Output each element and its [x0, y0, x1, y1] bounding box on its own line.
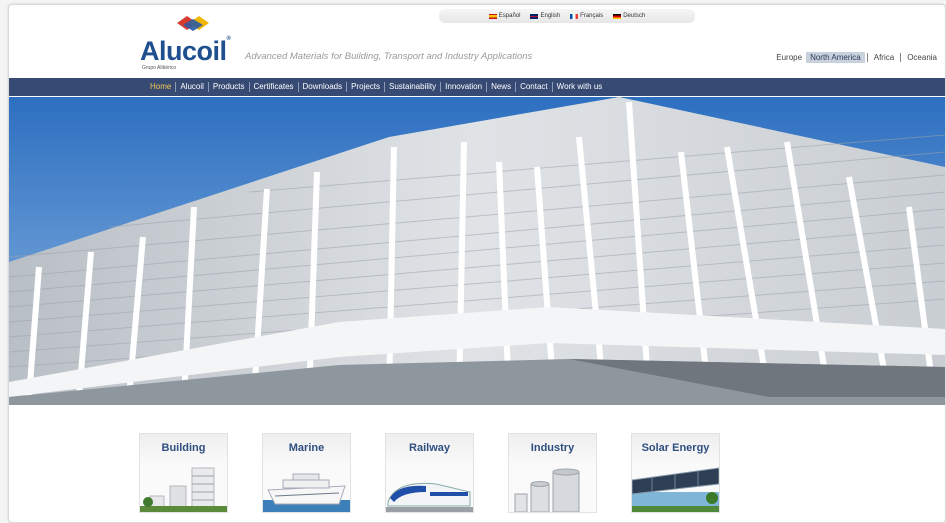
category-railway[interactable]: Railway [385, 433, 474, 513]
language-en[interactable]: English [530, 13, 560, 19]
tagline: Advanced Materials for Building, Transpo… [245, 51, 533, 62]
nav-contact[interactable]: Contact [515, 82, 552, 92]
nav-products[interactable]: Products [207, 82, 249, 92]
silo-icon [514, 468, 580, 512]
category-tiles: Building Marine Railway Industry Solar E… [139, 433, 720, 513]
nav-certificates[interactable]: Certificates [248, 82, 298, 92]
language-de[interactable]: Deutsch [613, 13, 645, 19]
language-es[interactable]: Español [488, 13, 521, 19]
category-industry[interactable]: Industry [508, 433, 597, 513]
language-label: Deutsch [623, 13, 646, 19]
nav-projects[interactable]: Projects [346, 82, 384, 92]
ship-icon [263, 473, 350, 512]
region-africa[interactable]: Africa [870, 52, 898, 63]
uk-flag-icon [530, 13, 539, 19]
nav-news[interactable]: News [486, 82, 515, 92]
category-title: Railway [409, 442, 450, 454]
solar-panel-icon [632, 467, 719, 512]
registered-mark: ® [226, 36, 231, 42]
category-title: Building [161, 442, 206, 454]
category-solar-energy[interactable]: Solar Energy [631, 433, 720, 513]
nav-work-with-us[interactable]: Work with us [551, 82, 607, 92]
region-europe[interactable]: Europe [772, 52, 806, 63]
building-icon [140, 467, 227, 512]
group-label: Grupo Alibérico [142, 65, 177, 71]
language-label: English [540, 13, 561, 19]
language-label: Français [580, 13, 604, 19]
language-bar: Español English Français Deutsch [439, 9, 695, 23]
nav-innovation[interactable]: Innovation [440, 82, 486, 92]
nav-home[interactable]: Home [146, 82, 175, 92]
nav-downloads[interactable]: Downloads [297, 82, 347, 92]
france-flag-icon [570, 13, 579, 19]
language-fr[interactable]: Français [570, 13, 603, 19]
hero-banner [9, 97, 945, 405]
nav-sustainability[interactable]: Sustainability [384, 82, 440, 92]
spain-flag-icon [488, 13, 497, 19]
category-title: Solar Energy [641, 442, 710, 454]
region-divider [866, 53, 868, 62]
region-divider [900, 53, 902, 62]
language-label: Español [498, 13, 521, 19]
main-nav: Home Alucoil Products Certificates Downl… [9, 78, 945, 96]
stadium-photo [9, 97, 945, 405]
germany-flag-icon [613, 13, 622, 19]
category-title: Industry [530, 442, 575, 454]
region-north-america[interactable]: North America [806, 52, 865, 63]
region-oceania[interactable]: Oceania [903, 52, 941, 63]
category-title: Marine [288, 442, 325, 454]
brand-name: Alucoil [140, 36, 227, 66]
alucoil-logo-icon[interactable] [167, 13, 215, 35]
brand-logo[interactable]: Alucoil® [140, 36, 231, 67]
category-building[interactable]: Building [139, 433, 228, 513]
category-marine[interactable]: Marine [262, 433, 351, 513]
page-frame: Español English Français Deutsch Alucoil… [8, 4, 946, 523]
train-icon [386, 482, 473, 512]
nav-alucoil[interactable]: Alucoil [175, 82, 208, 92]
region-selector: Europe North America Africa Oceania [772, 52, 941, 63]
